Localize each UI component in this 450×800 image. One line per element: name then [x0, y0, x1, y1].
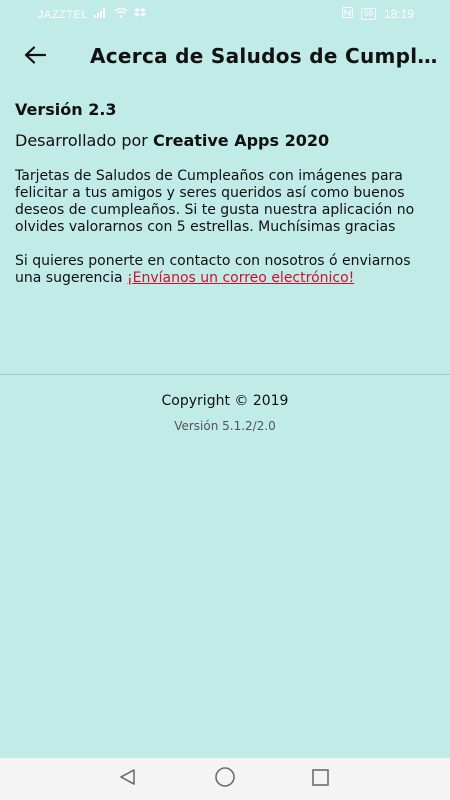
nav-recents-button[interactable] — [308, 767, 332, 791]
signal-icon — [93, 8, 108, 21]
developer-prefix: Desarrollado por — [15, 131, 153, 150]
nav-back-button[interactable] — [116, 767, 140, 791]
square-recents-icon — [310, 767, 330, 791]
app-version-text: Versión 5.1.2/2.0 — [174, 419, 276, 433]
nav-home-button[interactable] — [213, 767, 237, 791]
contact-paragraph: Si quieres ponerte en contacto con nosot… — [15, 253, 435, 287]
circle-home-icon — [214, 766, 236, 792]
about-content: Versión 2.3 Desarrollado por Creative Ap… — [15, 100, 435, 287]
arrow-back-icon — [24, 46, 47, 68]
app-description: Tarjetas de Saludos de Cumpleaños con im… — [15, 168, 415, 235]
carrier-label: JAZZTEL — [38, 8, 88, 21]
back-button[interactable] — [18, 41, 52, 73]
battery-indicator: 58 — [361, 8, 376, 20]
email-link[interactable]: ¡Envíanos un correo electrónico! — [127, 270, 354, 286]
app-bar: Acerca de Saludos de Cumpleaños — [0, 28, 450, 86]
wifi-icon — [114, 7, 128, 21]
version-label: Versión 2.3 — [15, 100, 117, 119]
status-bar: JAZZTEL 58 18:19 — [0, 0, 450, 28]
dropbox-icon — [133, 8, 146, 21]
status-left: JAZZTEL — [38, 7, 146, 21]
copyright-text: Copyright © 2019 — [161, 393, 289, 409]
status-right: 58 18:19 — [342, 7, 414, 21]
developer-name: Creative Apps 2020 — [152, 131, 330, 150]
system-nav-bar — [0, 758, 450, 800]
nfc-icon — [342, 7, 354, 21]
divider — [0, 374, 450, 375]
developer-line: Desarrollado por Creative Apps 2020 — [15, 131, 435, 150]
triangle-back-icon — [118, 767, 138, 791]
status-time: 18:19 — [383, 7, 414, 21]
page-title: Acerca de Saludos de Cumpleaños — [90, 44, 442, 68]
